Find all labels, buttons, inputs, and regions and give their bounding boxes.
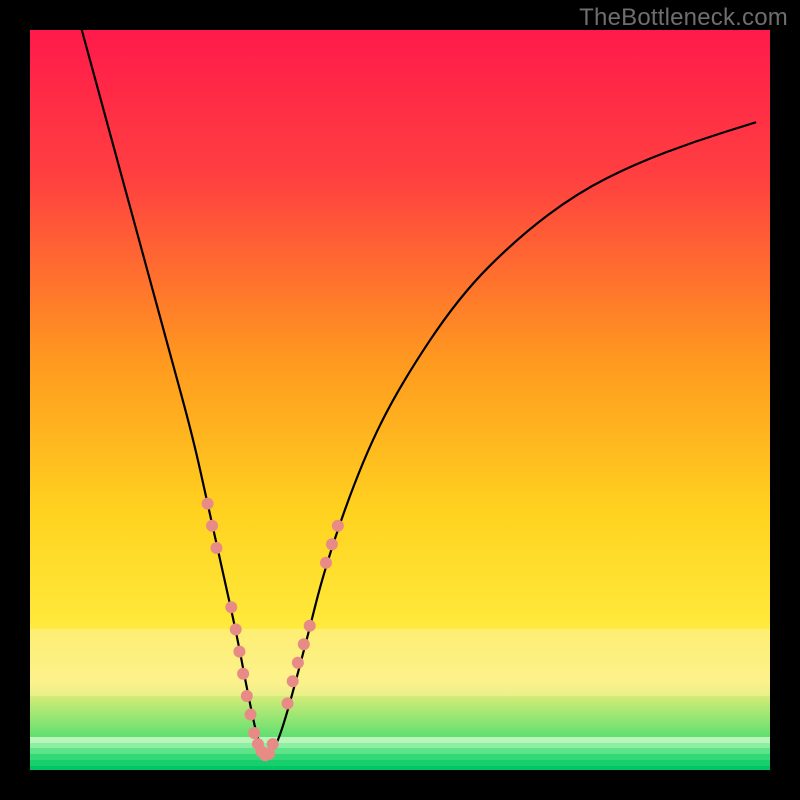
sample-point [230,623,242,635]
watermark-text: TheBottleneck.com [579,4,788,32]
bottleneck-curve [82,30,755,752]
sample-point [202,498,214,510]
sample-point [267,738,279,750]
sample-point [298,638,310,650]
sample-point [233,646,245,658]
plot-area [30,30,770,770]
sample-point [248,727,260,739]
sample-point [332,520,344,532]
sample-points-group [202,498,344,762]
sample-point [210,542,222,554]
sample-point [304,620,316,632]
sample-point [237,668,249,680]
sample-point [282,697,294,709]
sample-point [241,690,253,702]
sample-point [245,709,257,721]
sample-point [320,557,332,569]
chart-svg [30,30,770,770]
sample-point [225,601,237,613]
chart-frame: TheBottleneck.com [0,0,800,800]
sample-point [292,657,304,669]
sample-point [326,538,338,550]
sample-point [206,520,218,532]
sample-point [287,675,299,687]
